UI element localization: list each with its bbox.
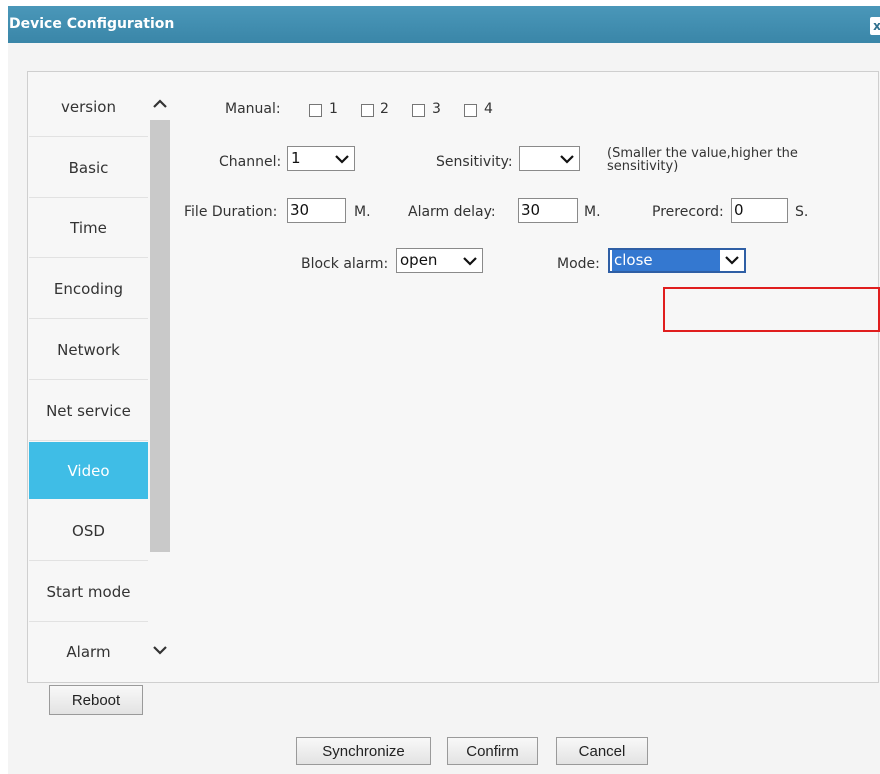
chevron-down-icon	[335, 155, 349, 164]
dialog-title: Device Configuration	[9, 16, 175, 32]
device-configuration-dialog: Device Configuration x version Basic Tim…	[8, 6, 880, 774]
confirm-button-label: Confirm	[466, 742, 519, 760]
file-duration-input[interactable]: 30	[287, 198, 346, 223]
cancel-button[interactable]: Cancel	[556, 737, 648, 765]
nav-item-alarm[interactable]: Alarm	[29, 622, 148, 682]
manual-checkbox-3[interactable]	[412, 104, 425, 117]
close-icon: x	[873, 19, 880, 33]
reboot-button-label: Reboot	[71, 691, 121, 709]
file-duration-label: File Duration:	[184, 204, 278, 220]
channel-label: Channel:	[219, 154, 282, 170]
nav-item-net-service[interactable]: Net service	[29, 381, 148, 441]
block-alarm-label: Block alarm:	[301, 256, 389, 272]
scroll-up-button[interactable]	[150, 93, 170, 115]
sensitivity-hint-line2: sensitivity)	[607, 159, 679, 174]
manual-option-label: 3	[432, 101, 441, 117]
cancel-button-label: Cancel	[578, 742, 626, 760]
nav-item-label: Net service	[46, 401, 131, 420]
nav-item-encoding[interactable]: Encoding	[29, 259, 148, 319]
prerecord-unit: S.	[795, 204, 809, 220]
synchronize-button-label: Synchronize	[322, 742, 405, 760]
highlight-box	[663, 287, 880, 332]
nav-item-network[interactable]: Network	[29, 320, 148, 380]
nav-item-start-mode[interactable]: Start mode	[29, 562, 148, 622]
scroll-thumb[interactable]	[150, 120, 170, 552]
manual-option-label: 2	[380, 101, 389, 117]
nav-item-time[interactable]: Time	[29, 198, 148, 258]
manual-checkbox-1[interactable]	[309, 104, 322, 117]
alarm-delay-label: Alarm delay:	[408, 204, 496, 220]
settings-nav: version Basic Time Encoding Network Net …	[29, 77, 148, 682]
nav-item-label: Start mode	[46, 582, 131, 601]
manual-option-label: 1	[329, 101, 338, 117]
file-duration-unit: M.	[354, 204, 371, 220]
dialog-title-bar: Device Configuration x	[8, 6, 880, 43]
scroll-down-button[interactable]	[150, 639, 170, 661]
alarm-delay-unit: M.	[584, 204, 601, 220]
block-alarm-value: open	[400, 251, 438, 269]
manual-option-label: 4	[484, 101, 493, 117]
mode-select[interactable]: close	[608, 248, 746, 273]
chevron-up-icon	[153, 99, 167, 108]
sensitivity-label: Sensitivity:	[436, 154, 513, 170]
sensitivity-select[interactable]	[519, 146, 580, 171]
mode-label: Mode:	[557, 256, 600, 272]
nav-item-label: Time	[70, 218, 107, 237]
block-alarm-select[interactable]: open	[396, 248, 483, 273]
chevron-down-icon	[463, 257, 477, 266]
nav-scrollbar[interactable]	[149, 77, 171, 677]
mode-value: close	[612, 250, 720, 271]
nav-item-label: Encoding	[53, 279, 124, 298]
reboot-button[interactable]: Reboot	[49, 685, 143, 715]
nav-item-version[interactable]: version	[29, 77, 148, 137]
prerecord-label: Prerecord:	[652, 204, 724, 220]
channel-select[interactable]: 1	[287, 146, 355, 171]
nav-item-osd[interactable]: OSD	[29, 501, 148, 561]
manual-label: Manual:	[225, 101, 281, 117]
nav-item-label: Alarm	[66, 643, 111, 661]
nav-item-label: Video	[67, 461, 110, 480]
nav-item-basic[interactable]: Basic	[29, 138, 148, 198]
confirm-button[interactable]: Confirm	[447, 737, 538, 765]
alarm-delay-input[interactable]: 30	[518, 198, 578, 223]
nav-item-video[interactable]: Video	[29, 442, 148, 499]
nav-item-label: OSD	[72, 521, 105, 540]
synchronize-button[interactable]: Synchronize	[296, 737, 431, 765]
chevron-down-icon	[560, 155, 574, 164]
close-button[interactable]: x	[870, 17, 880, 35]
prerecord-input[interactable]: 0	[731, 198, 788, 223]
manual-checkbox-2[interactable]	[361, 104, 374, 117]
chevron-down-icon	[725, 256, 739, 265]
nav-item-label: Network	[57, 340, 120, 359]
manual-checkbox-4[interactable]	[464, 104, 477, 117]
nav-item-label: version	[61, 97, 116, 116]
channel-value: 1	[291, 149, 301, 167]
chevron-down-icon	[153, 646, 167, 655]
nav-item-label: Basic	[68, 158, 109, 177]
